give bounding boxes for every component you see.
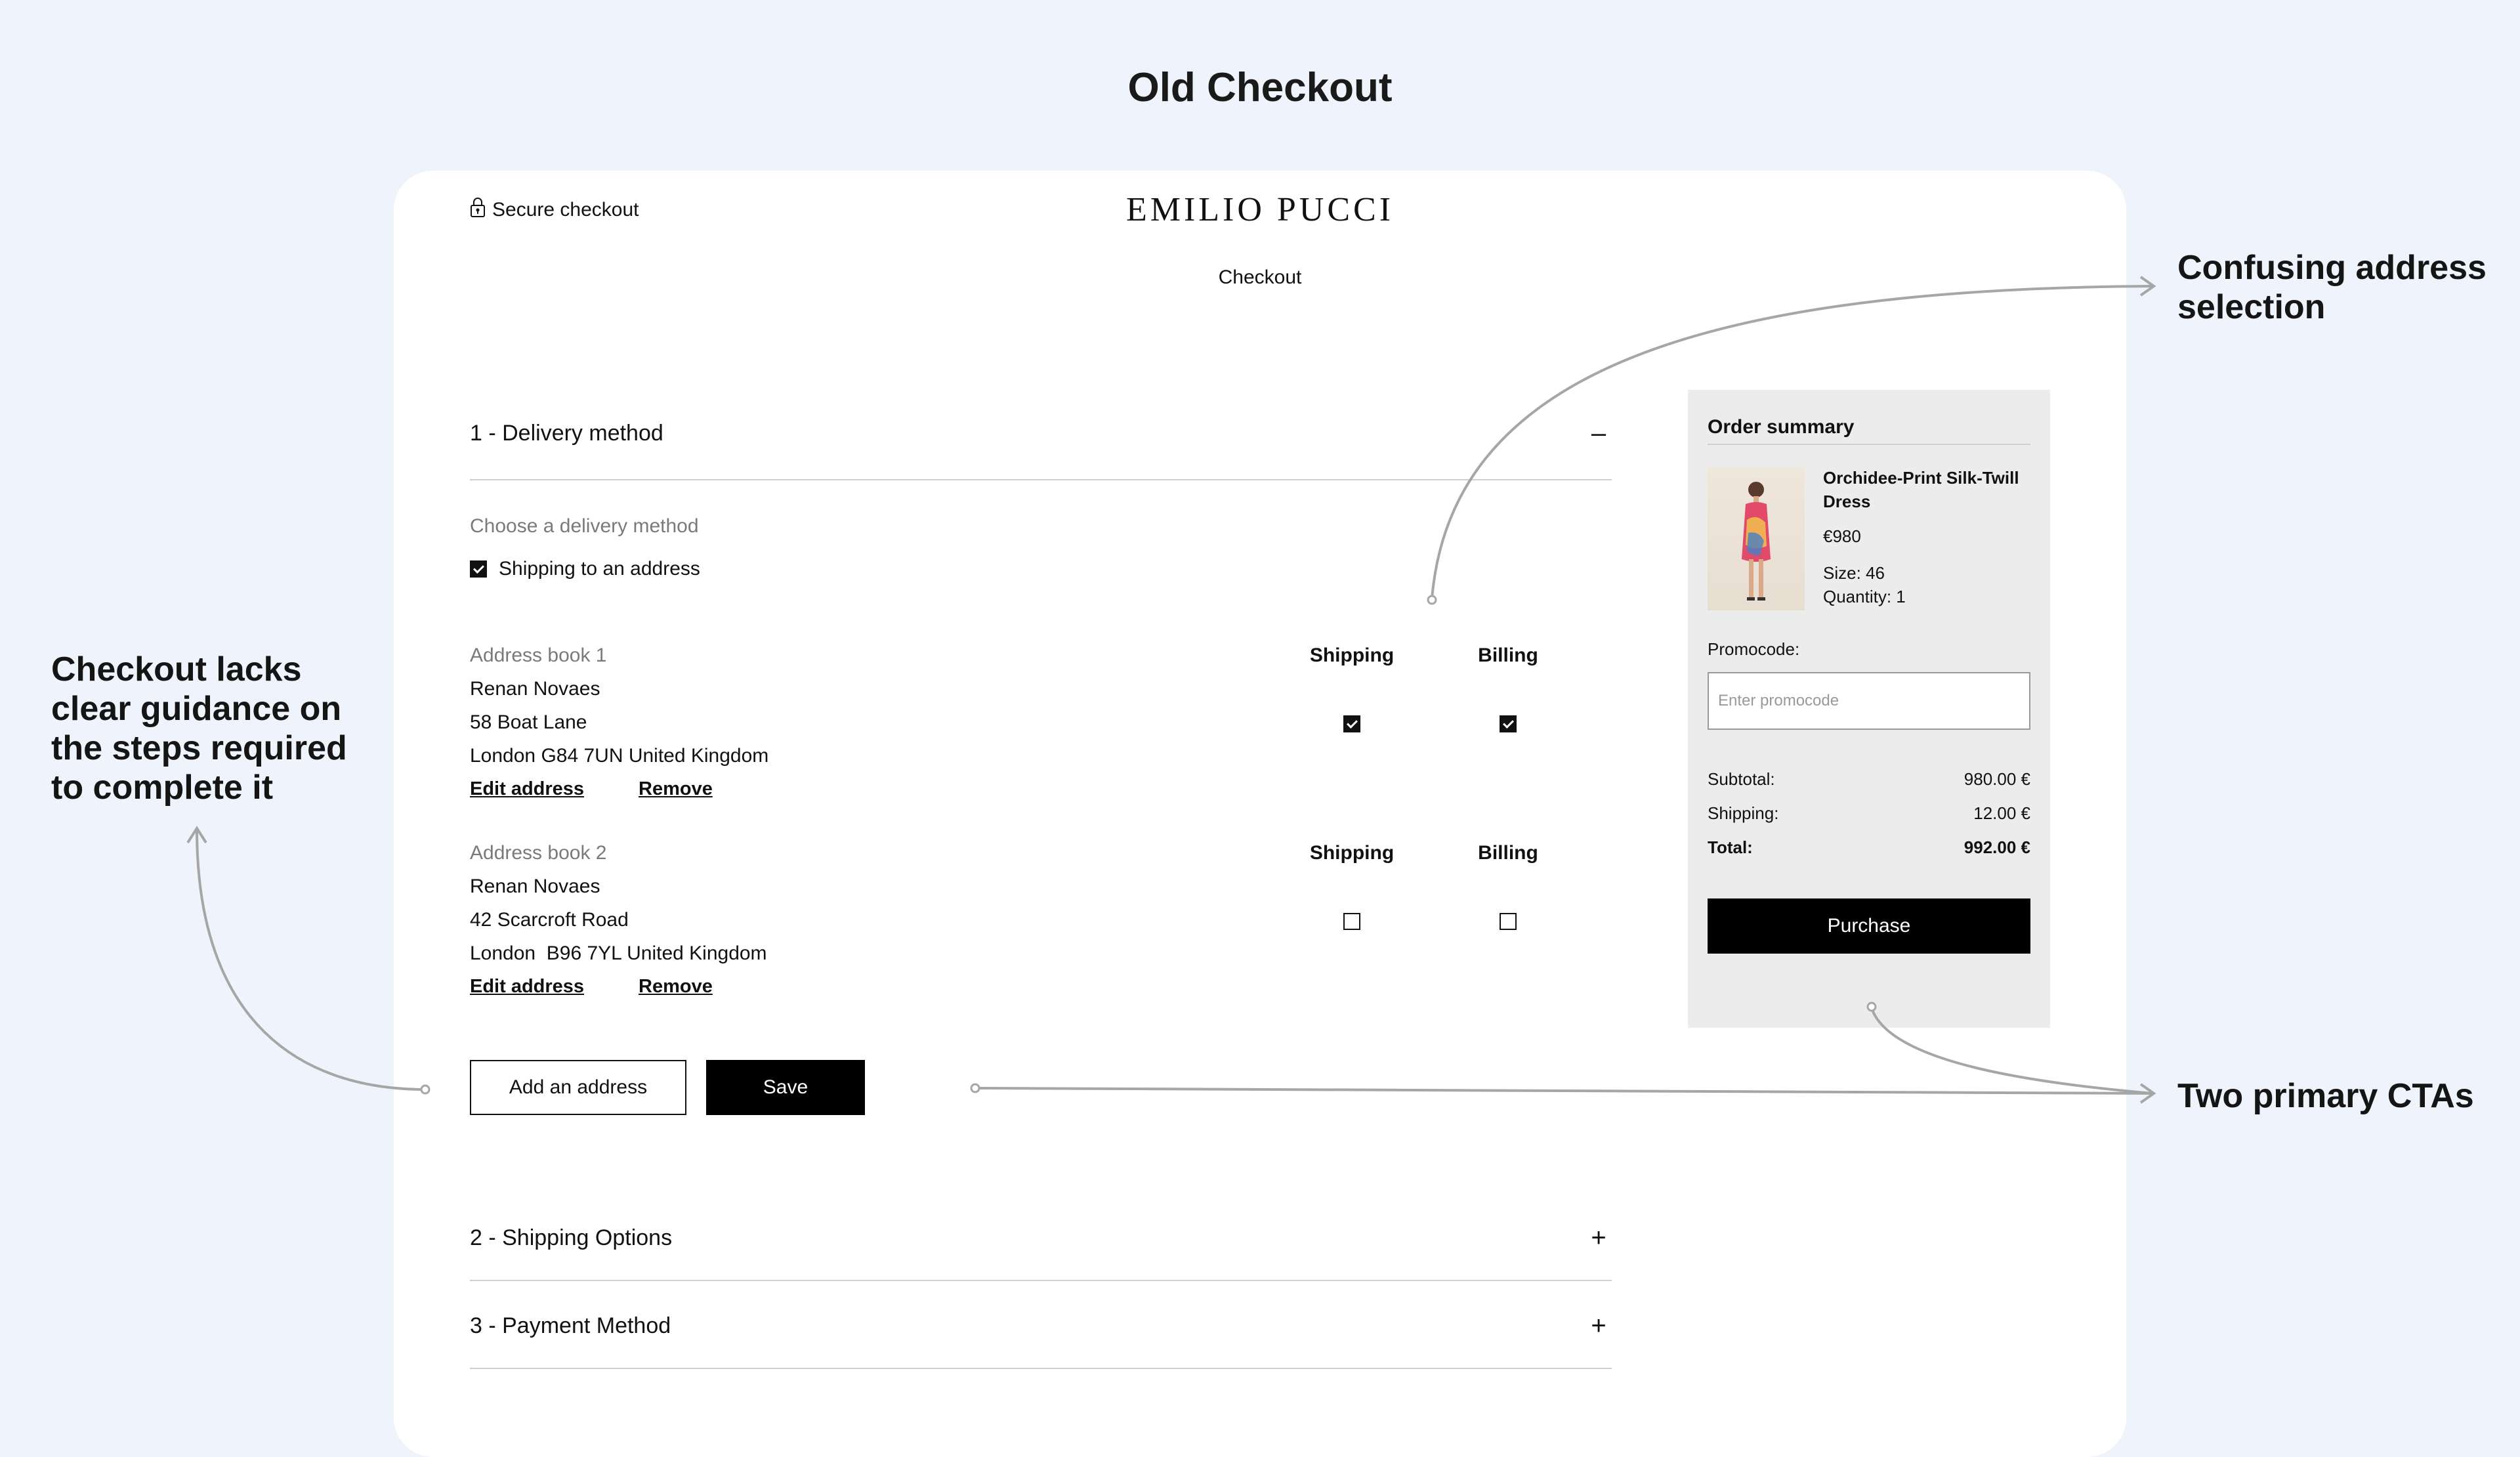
arrow-origin-dot bbox=[970, 1083, 980, 1093]
arrow-origin-dot bbox=[1427, 595, 1437, 605]
annotation-arrows bbox=[186, 276, 2156, 1104]
arrow-guidance bbox=[196, 829, 426, 1091]
arrow-origin-dot bbox=[1866, 1002, 1877, 1012]
arrow-save-cta bbox=[975, 1087, 2153, 1095]
arrow-purchase-cta bbox=[1870, 1007, 2153, 1095]
arrow-address-selection bbox=[1431, 285, 2153, 599]
arrow-origin-dot bbox=[420, 1084, 430, 1095]
